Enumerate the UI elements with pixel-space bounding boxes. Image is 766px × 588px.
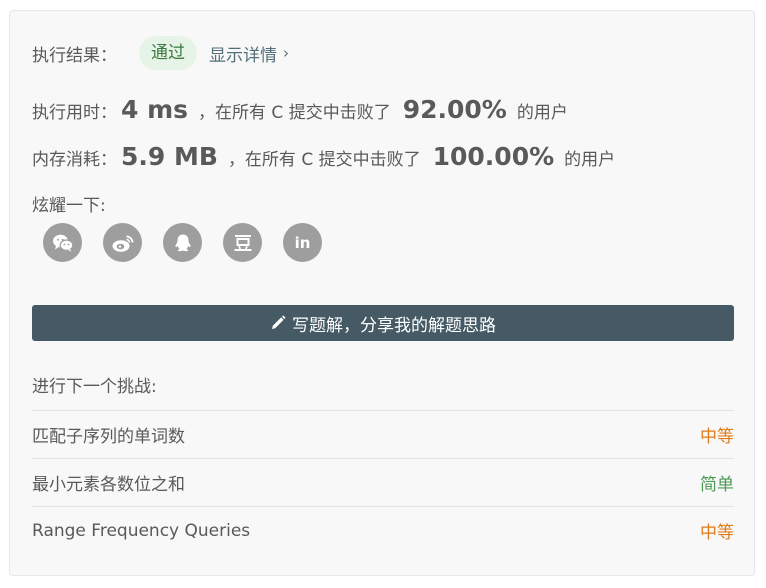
submission-result-card: 执行结果： 通过 显示详情 › 执行用时： 4 ms ，在所有 C 提交中击败了… [9,10,755,576]
memory-suffix: 的用户 [564,150,616,170]
write-solution-label: 写题解，分享我的解题思路 [292,315,496,336]
status-badge: 通过 [139,36,197,70]
show-details-label: 显示详情 [209,45,277,66]
difficulty-badge: 中等 [700,523,734,543]
douban-icon[interactable] [223,223,262,262]
show-details-link[interactable]: 显示详情 › [209,41,289,66]
write-solution-button[interactable]: 写题解，分享我的解题思路 [32,305,734,341]
pencil-icon [272,315,286,329]
problem-title[interactable]: 匹配子序列的单词数 [32,422,185,447]
memory-beat-text: ，在所有 C 提交中击败了 [227,150,421,170]
runtime-label: 执行用时： [32,103,117,123]
difficulty-badge: 中等 [700,427,734,447]
memory-row: 内存消耗： 5.9 MB ，在所有 C 提交中击败了 100.00% 的用户 [32,142,615,176]
runtime-value: 4 ms [121,95,189,124]
memory-value: 5.9 MB [121,142,218,171]
memory-label: 内存消耗： [32,150,117,170]
problem-row[interactable]: 最小元素各数位之和 简单 [32,458,734,506]
problem-row[interactable]: Range Frequency Queries 中等 [32,506,734,554]
problem-title[interactable]: Range Frequency Queries [32,521,250,541]
result-label: 执行结果： [32,45,117,66]
qq-icon[interactable] [163,223,202,262]
weibo-icon[interactable] [103,223,142,262]
linkedin-icon[interactable]: in [283,223,322,262]
difficulty-badge: 简单 [700,475,734,495]
result-row: 执行结果： 通过 显示详情 › [32,35,289,71]
share-label: 炫耀一下: [32,196,106,216]
next-problem-list: 匹配子序列的单词数 中等 最小元素各数位之和 简单 Range Frequenc… [32,410,734,554]
problem-title[interactable]: 最小元素各数位之和 [32,470,185,495]
memory-percent: 100.00% [432,142,555,171]
runtime-row: 执行用时： 4 ms ，在所有 C 提交中击败了 92.00% 的用户 [32,95,568,129]
wechat-icon[interactable] [43,223,82,262]
runtime-beat-text: ，在所有 C 提交中击败了 [198,103,391,123]
problem-row[interactable]: 匹配子序列的单词数 中等 [32,410,734,458]
next-challenge-label: 进行下一个挑战: [32,377,157,397]
runtime-percent: 92.00% [402,95,507,124]
share-icons: in [43,223,343,262]
runtime-suffix: 的用户 [516,103,568,123]
linkedin-icon-text: in [294,233,311,252]
chevron-right-icon: › [283,44,289,62]
